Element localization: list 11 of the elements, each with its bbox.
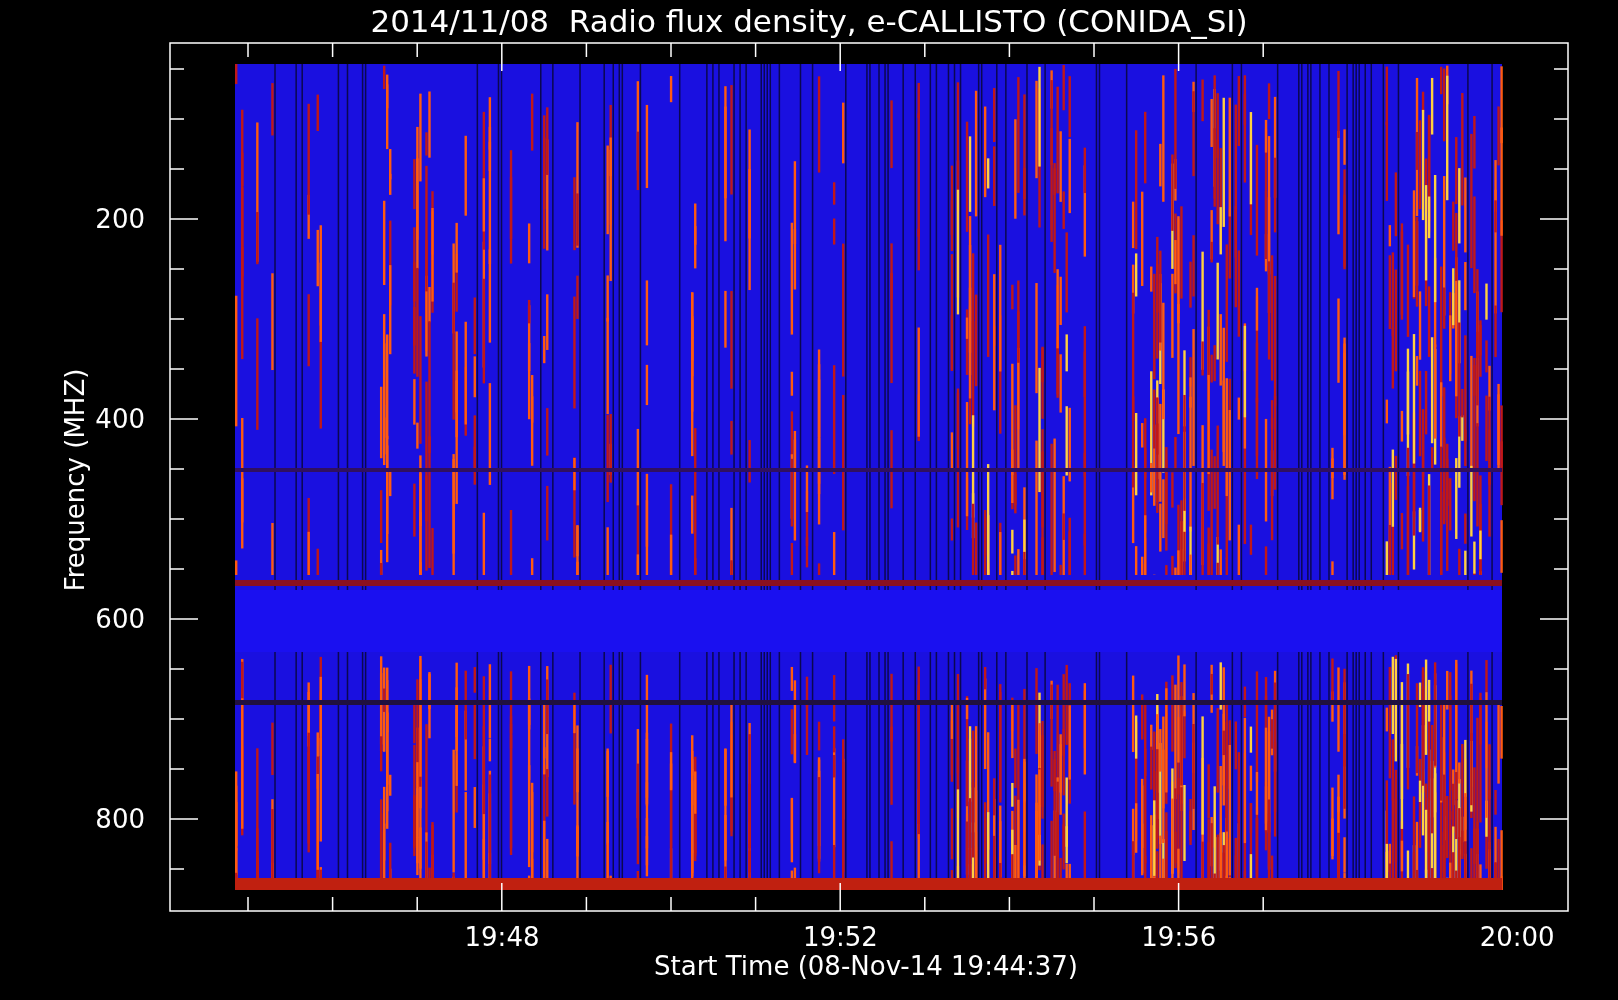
tick-label: 20:00	[1479, 922, 1555, 952]
chart-title: 2014/11/08 Radio flux density, e-CALLISTO (CONIDA_SI)	[370, 3, 1248, 39]
tick-label: 800	[95, 804, 145, 834]
axis-title: Frequency (MHZ)	[60, 368, 90, 592]
tick-label: 600	[95, 604, 145, 634]
tick-label: 19:56	[1141, 922, 1217, 952]
tick-label: 19:48	[464, 922, 540, 952]
tick-label: 200	[95, 204, 145, 234]
tick-label: 19:52	[802, 922, 878, 952]
tick-label: 400	[95, 404, 145, 434]
axis-title: Start Time (08-Nov-14 19:44:37)	[654, 951, 1078, 981]
